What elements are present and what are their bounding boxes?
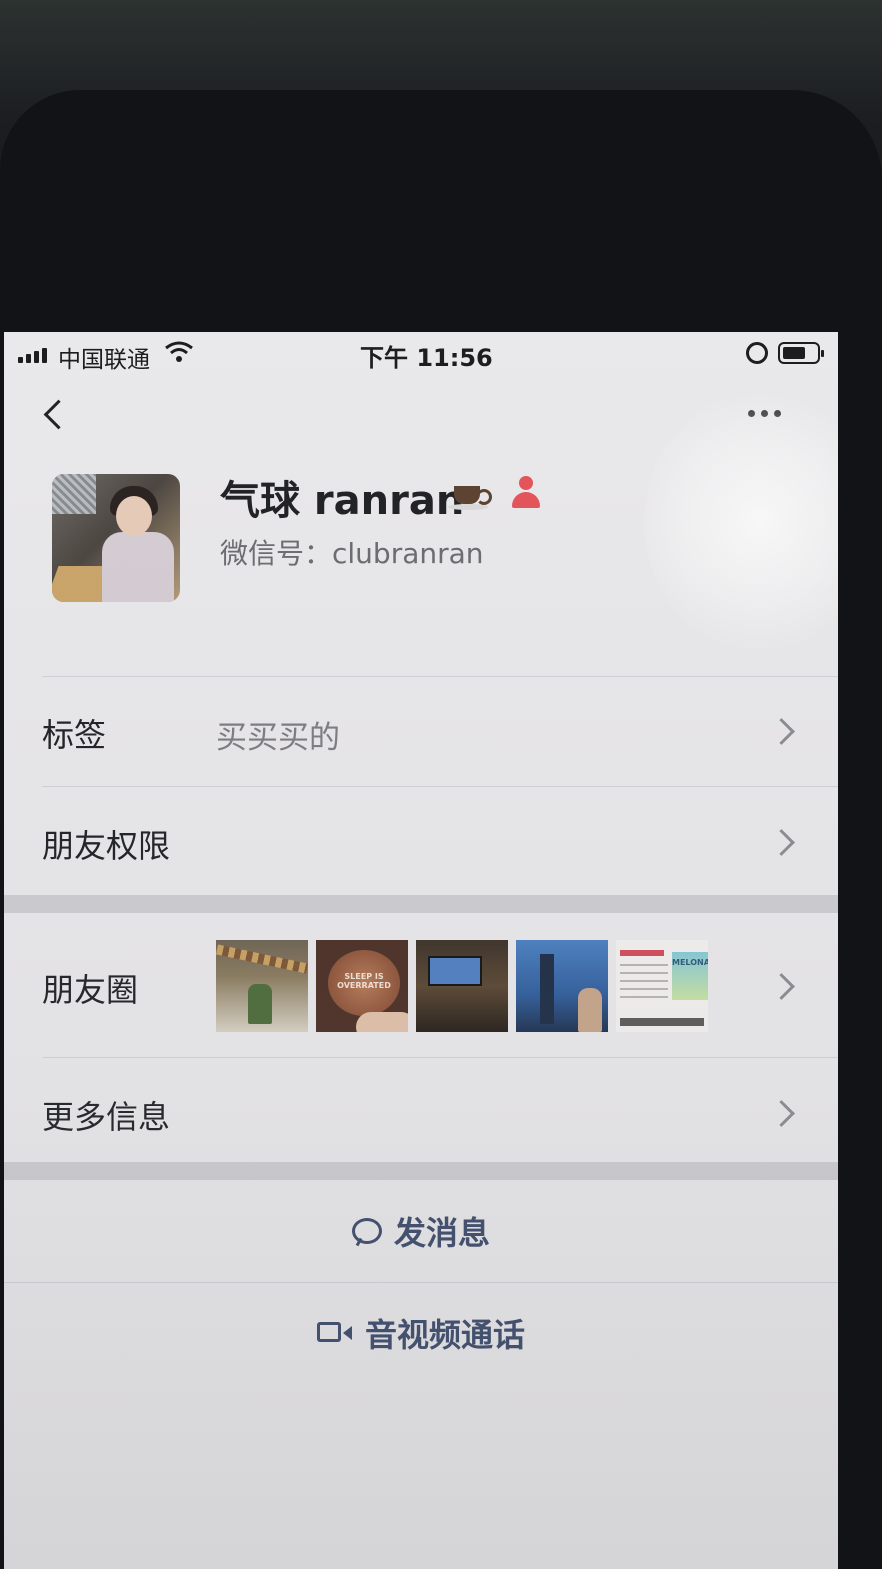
status-time: 下午 11:56: [360, 344, 493, 372]
back-button[interactable]: [38, 398, 74, 434]
moments-photo-promo: MELONA: [616, 940, 708, 1032]
battery-icon: [778, 342, 824, 364]
tags-row[interactable]: 标签 买买买的: [4, 678, 838, 786]
video-camera-icon: [316, 1322, 353, 1344]
promo-brand-text: MELONA: [672, 958, 708, 967]
carrier-name: 中国联通: [58, 347, 150, 373]
section-gap: [4, 895, 838, 913]
tags-label: 标签: [42, 716, 107, 754]
friend-permissions-label: 朋友权限: [42, 827, 171, 865]
chevron-right-icon: [768, 829, 795, 856]
send-message-button[interactable]: 发消息: [4, 1180, 838, 1282]
friend-permissions-row[interactable]: 朋友权限: [4, 787, 838, 895]
divider: [42, 676, 838, 677]
chat-bubble-icon: [351, 1218, 382, 1244]
moments-photo-toys: [216, 940, 308, 1032]
moments-thumbnails[interactable]: SLEEP IS OVERRATED MELONA: [216, 940, 708, 1032]
moments-photo-coffee-cap: SLEEP IS OVERRATED: [316, 940, 408, 1032]
more-options-button[interactable]: [748, 410, 781, 417]
rotation-lock-icon: [746, 342, 768, 364]
phone-screen: 中国联通 下午 11:56 气球 ranran 微信号：clubranran 标…: [4, 332, 838, 1569]
chevron-right-icon: [768, 973, 795, 1000]
contact-nickname: 气球 ranran: [220, 478, 465, 524]
more-info-label: 更多信息: [42, 1098, 171, 1136]
female-contact-icon: [510, 476, 542, 510]
wechat-id: 微信号：clubranran: [220, 537, 484, 570]
av-call-button[interactable]: 音视频通话: [4, 1283, 838, 1383]
status-bar: 中国联通 下午 11:56: [4, 332, 838, 376]
chevron-right-icon: [768, 718, 795, 745]
coffee-cap-text: SLEEP IS OVERRATED: [337, 972, 391, 990]
moments-photo-tower: [516, 940, 608, 1032]
signal-icon: [18, 348, 47, 363]
section-gap: [4, 1162, 838, 1180]
coffee-emoji-icon: [448, 474, 492, 514]
moments-photo-living-room: [416, 940, 508, 1032]
moments-label: 朋友圈: [42, 971, 139, 1009]
more-info-row[interactable]: 更多信息: [4, 1058, 838, 1162]
wifi-icon: [165, 341, 193, 362]
chevron-right-icon: [768, 1100, 795, 1127]
av-call-label: 音视频通话: [364, 1316, 525, 1354]
tags-value: 买买买的: [216, 720, 340, 756]
send-message-label: 发消息: [393, 1214, 490, 1252]
avatar[interactable]: [52, 474, 180, 602]
screen-glare: [644, 392, 838, 652]
